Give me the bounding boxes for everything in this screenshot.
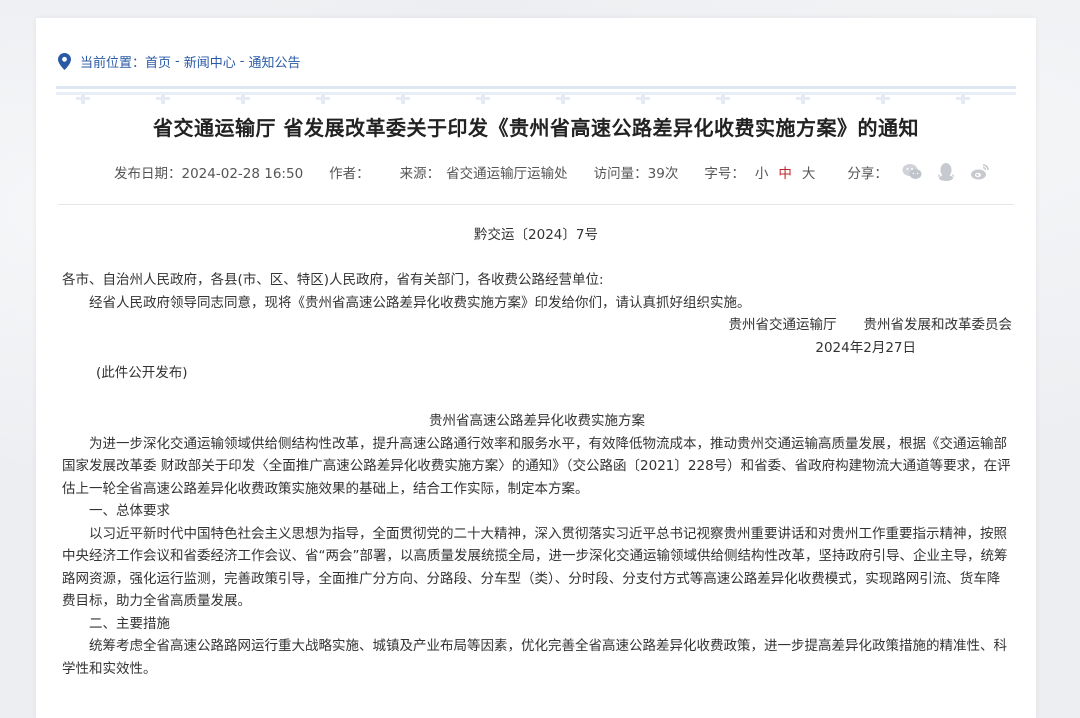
decorative-header-band <box>56 86 1016 104</box>
breadcrumb-label: 当前位置： <box>80 55 146 71</box>
publish-date: 发布日期：2024-02-28 16:50 <box>114 162 303 182</box>
intro-paragraph: 经省人民政府领导同志同意，现将《贵州省高速公路差异化收费实施方案》印发给你们，请… <box>89 294 751 311</box>
plan-paragraph-3: 统筹考虑全省高速公路路网运行重大战略实施、城镇及产业布局等因素，优化完善全省高速… <box>62 638 1007 677</box>
plan-title: 贵州省高速公路差异化收费实施方案 <box>429 413 645 429</box>
meta-divider <box>58 204 1014 205</box>
plan-paragraph-1: 为进一步深化交通运输领域供给侧结构性改革，提升高速公路通行效率和服务水平，有效降… <box>62 435 1011 497</box>
document-number: 黔交运〔2024〕7号 <box>474 227 598 243</box>
article-title: 省交通运输厅 省发展改革委关于印发《贵州省高速公路差异化收费实施方案》的通知 <box>153 116 919 140</box>
share-buttons <box>902 162 1004 182</box>
qq-icon[interactable] <box>936 162 956 182</box>
view-count: 访问量：39次 <box>594 162 679 182</box>
source-label: 来源： <box>399 166 441 182</box>
source-value: 省交通运输厅运输处 <box>446 166 568 182</box>
breadcrumb: 当前位置： 首页 - 新闻中心 - 通知公告 <box>58 52 300 71</box>
views-value: 39次 <box>647 166 679 182</box>
article-body-header: 各市、自治州人民政府，各县(市、区、特区)人民政府，省有关部门，各收费公路经营单… <box>62 269 1012 359</box>
author-label: 作者： <box>329 166 370 182</box>
article-meta: 发布日期：2024-02-28 16:50 作者： 来源： 省交通运输厅运输处 访… <box>114 162 1004 182</box>
font-size-switcher: 字号： 小中大 <box>704 162 815 182</box>
font-size-large-button[interactable]: 大 <box>802 166 816 182</box>
breadcrumb-home[interactable]: 首页 <box>145 52 171 71</box>
publish-date-value: 2024-02-28 16:50 <box>181 166 304 182</box>
plan-paragraph-2: 以习近平新时代中国特色社会主义思想为指导，全面贯彻党的二十大精神，深入贯彻落实习… <box>62 525 1008 610</box>
public-release-note-wrap: (此件公开发布) <box>62 362 1012 385</box>
public-release-note: (此件公开发布) <box>96 365 188 381</box>
font-size-label: 字号： <box>704 166 745 182</box>
section-heading-2: 二、主要措施 <box>89 615 170 632</box>
source: 来源： 省交通运输厅运输处 <box>400 162 568 182</box>
article-panel: 当前位置： 首页 - 新闻中心 - 通知公告 省交通运输厅 省发展改革委关于印发… <box>36 18 1036 718</box>
font-size-medium-button[interactable]: 中 <box>778 166 792 182</box>
plan-body: 贵州省高速公路差异化收费实施方案 为进一步深化交通运输领域供给侧结构性改革，提升… <box>62 410 1012 680</box>
weibo-icon[interactable] <box>970 162 990 182</box>
author: 作者： <box>329 162 370 182</box>
font-size-small-button[interactable]: 小 <box>755 166 769 182</box>
breadcrumb-separator: - <box>175 53 180 69</box>
share-label: 分享： <box>847 166 888 182</box>
breadcrumb-notices[interactable]: 通知公告 <box>248 52 300 71</box>
section-heading-1: 一、总体要求 <box>89 503 170 519</box>
addressee: 各市、自治州人民政府，各县(市、区、特区)人民政府，省有关部门，各收费公路经营单… <box>62 272 604 288</box>
location-pin-icon <box>58 52 71 70</box>
breadcrumb-news-center[interactable]: 新闻中心 <box>184 52 236 71</box>
publish-date-label: 发布日期： <box>114 166 182 182</box>
sign-date: 2024年2月27日 <box>815 339 916 356</box>
signers: 贵州省交通运输厅 贵州省发展和改革委员会 <box>728 317 1013 333</box>
wechat-icon[interactable] <box>902 162 922 182</box>
breadcrumb-separator: - <box>239 53 245 69</box>
views-label: 访问量： <box>593 166 648 182</box>
